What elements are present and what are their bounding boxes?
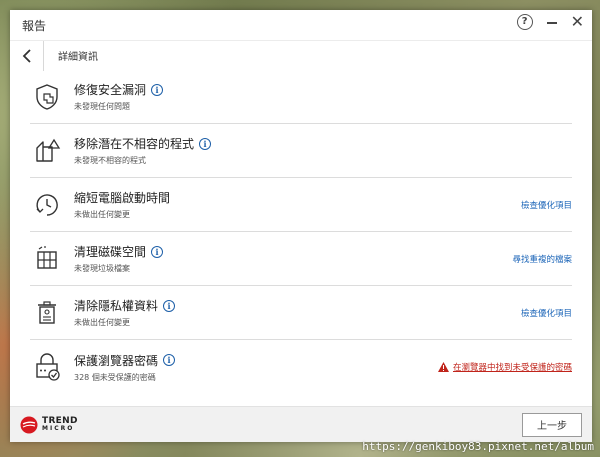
item-status: 328 個未受保護的密碼 xyxy=(74,372,156,382)
info-icon[interactable]: i xyxy=(151,83,164,96)
shield-repair-icon xyxy=(32,82,62,112)
list-item: 保護瀏覽器密碼 i 328 個未受保護的密碼 在瀏覽器中找到未受保護的密碼 xyxy=(30,340,572,394)
logo-line2: MICRO xyxy=(42,424,75,432)
window-controls: ? ✕ xyxy=(516,14,584,30)
help-icon[interactable]: ? xyxy=(516,14,533,30)
footer: TREND MICRO 上一步 xyxy=(10,406,592,442)
breadcrumb: 詳細資訊 xyxy=(58,52,98,63)
privacy-trash-icon xyxy=(32,298,62,328)
window-title: 報告 xyxy=(22,18,47,33)
check-optimization-link[interactable]: 檢查優化項目 xyxy=(521,199,572,211)
close-icon[interactable]: ✕ xyxy=(571,14,584,30)
warning-text: 在瀏覽器中找到未受保護的密碼 xyxy=(452,363,572,373)
info-icon[interactable]: i xyxy=(151,245,164,258)
item-title: 縮短電腦啟動時間 xyxy=(74,191,171,205)
item-status: 未發現不相容的程式 xyxy=(74,156,146,165)
item-status: 未做出任何變更 xyxy=(74,318,130,327)
trend-micro-logo-icon xyxy=(20,416,38,433)
logo-line1: TREND xyxy=(42,415,78,426)
report-list: 修復安全漏洞 i 未發現任何問題 移除潛在不相容的程式 i 未發現不相容的程式 xyxy=(10,70,592,394)
item-status: 未做出任何變更 xyxy=(74,210,130,219)
check-optimization-link[interactable]: 檢查優化項目 xyxy=(521,307,572,319)
report-window: 報告 ? ✕ 詳細資訊 修復安全漏洞 i 未發現任何問題 移除潛在不相容的程式 … xyxy=(10,10,592,442)
password-lock-icon xyxy=(32,352,62,382)
list-item: 移除潛在不相容的程式 i 未發現不相容的程式 xyxy=(30,124,572,178)
disk-cleanup-icon xyxy=(32,244,62,274)
trend-micro-logo: TREND MICRO xyxy=(20,416,78,434)
list-item: 清除隱私權資料 i 未做出任何變更 檢查優化項目 xyxy=(30,286,572,340)
info-icon[interactable]: i xyxy=(163,299,176,312)
back-button[interactable] xyxy=(10,40,44,71)
title-bar: 報告 ? ✕ xyxy=(10,10,592,40)
info-icon[interactable]: i xyxy=(163,354,176,366)
item-title: 保護瀏覽器密碼 xyxy=(74,353,159,368)
remove-program-icon xyxy=(32,136,62,166)
item-status: 未發現任何問題 xyxy=(74,102,130,111)
list-item: 清理磁碟空間 i 未發現垃圾檔案 尋找重複的檔案 xyxy=(30,232,572,286)
item-title: 修復安全漏洞 xyxy=(74,83,147,97)
previous-button[interactable]: 上一步 xyxy=(522,412,582,437)
list-item: 縮短電腦啟動時間 未做出任何變更 檢查優化項目 xyxy=(30,178,572,232)
nav-bar: 詳細資訊 xyxy=(10,40,592,71)
minimize-icon[interactable] xyxy=(545,14,559,30)
item-title: 移除潛在不相容的程式 xyxy=(74,137,195,151)
chevron-left-icon xyxy=(22,48,31,63)
find-duplicates-link[interactable]: 尋找重複的檔案 xyxy=(512,253,572,265)
warning-icon xyxy=(437,362,449,372)
list-item: 修復安全漏洞 i 未發現任何問題 xyxy=(30,70,572,124)
item-title: 清理磁碟空間 xyxy=(74,245,147,259)
watermark-url: https://genkiboy83.pixnet.net/album xyxy=(362,440,594,453)
startup-clock-icon xyxy=(32,190,62,220)
item-title: 清除隱私權資料 xyxy=(74,299,159,313)
item-status: 未發現垃圾檔案 xyxy=(74,264,130,273)
info-icon[interactable]: i xyxy=(199,137,212,150)
unprotected-passwords-link[interactable]: 在瀏覽器中找到未受保護的密碼 xyxy=(437,361,572,373)
